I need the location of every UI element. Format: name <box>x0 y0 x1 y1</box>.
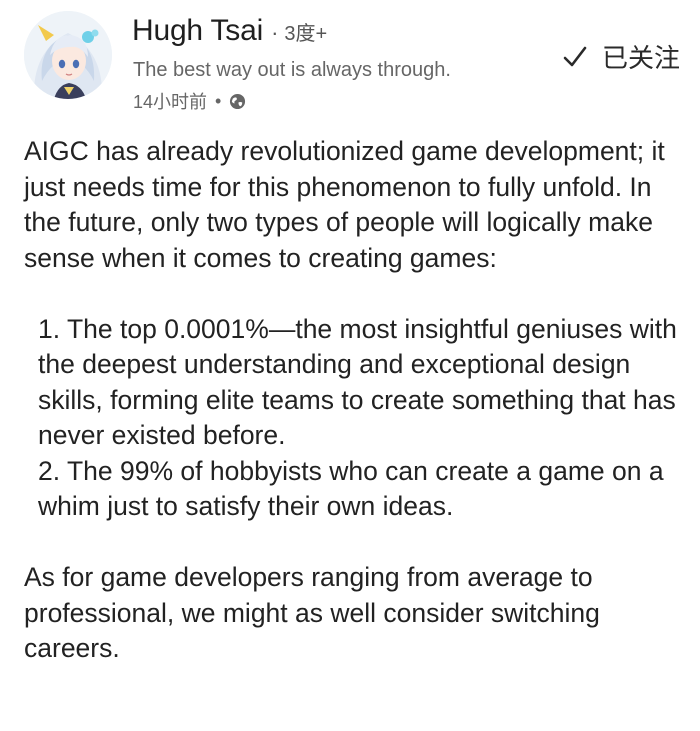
post-time: 14小时前 <box>133 92 208 112</box>
post-header: Hugh Tsai · 3度+ The best way out is alwa… <box>0 0 700 120</box>
post-list-item-1: 1. The top 0.0001%—the most insightful g… <box>38 313 677 451</box>
follow-label: 已关注 <box>601 43 680 73</box>
globe-icon <box>230 93 246 109</box>
author-avatar[interactable] <box>24 11 112 99</box>
post-paragraph-1: AIGC has already revolutionized game dev… <box>24 136 665 273</box>
post-body: AIGC has already revolutionized game dev… <box>24 134 680 667</box>
follow-button[interactable]: 已关注 <box>562 38 680 75</box>
post-list-item-2: 2. The 99% of hobbyists who can create a… <box>38 455 664 522</box>
name-separator: · <box>271 20 279 45</box>
check-icon <box>563 46 587 66</box>
connection-degree: 3度+ <box>284 23 328 45</box>
author-tagline: The best way out is always through. <box>133 59 451 81</box>
post-meta: 14小时前 • <box>133 88 246 114</box>
author-name[interactable]: Hugh Tsai <box>132 14 263 48</box>
anime-avatar-icon <box>24 11 112 99</box>
meta-separator: • <box>215 90 222 111</box>
post-paragraph-2: As for game developers ranging from aver… <box>24 562 600 663</box>
author-name-row: Hugh Tsai · 3度+ <box>132 14 327 48</box>
